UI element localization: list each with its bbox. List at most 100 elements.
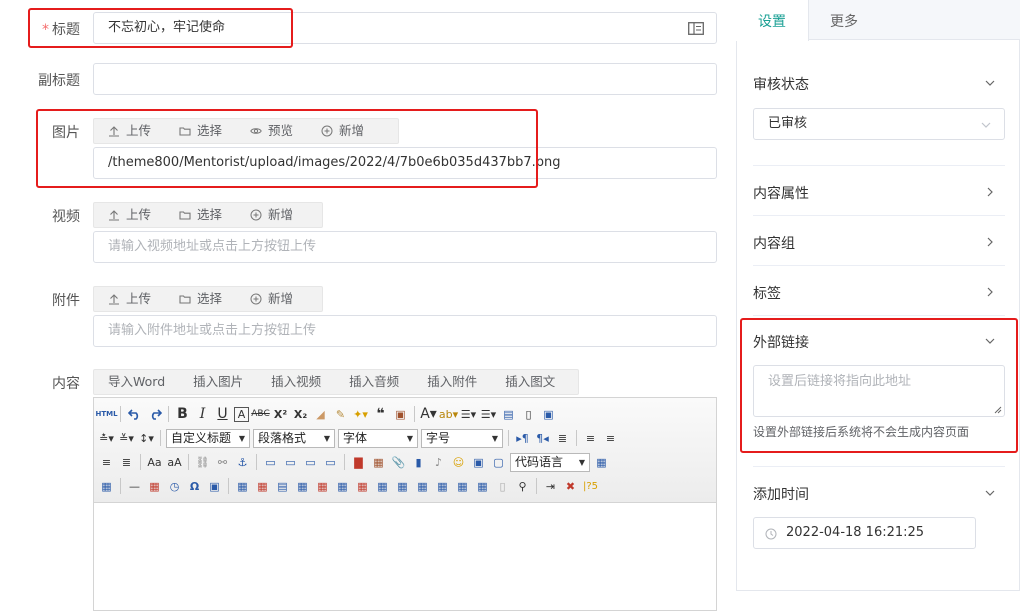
attachment-add-button[interactable]: 新增: [236, 287, 307, 311]
video-add-button[interactable]: 新增: [236, 203, 307, 227]
strikethrough-icon[interactable]: ABC: [251, 406, 269, 423]
chevron-right-icon[interactable]: [984, 236, 996, 248]
anchor-icon[interactable]: ⚓: [234, 454, 251, 471]
background-icon[interactable]: ▦: [593, 454, 610, 471]
split-rows-icon[interactable]: ▦: [454, 478, 471, 495]
redo-icon[interactable]: [146, 406, 163, 423]
clear-doc-icon[interactable]: ▯: [520, 406, 537, 423]
date-icon[interactable]: ▦: [146, 478, 163, 495]
eraser-icon[interactable]: ◢: [312, 406, 329, 423]
merge-down-icon[interactable]: ▦: [414, 478, 431, 495]
music-icon[interactable]: ♪: [430, 454, 447, 471]
underline-icon[interactable]: U: [214, 406, 231, 423]
video-select-button[interactable]: 选择: [165, 203, 236, 227]
blockquote-icon[interactable]: ❝: [372, 406, 389, 423]
split-cells-icon[interactable]: ▦: [434, 478, 451, 495]
print-icon[interactable]: ▯: [494, 478, 511, 495]
scrawl-icon[interactable]: ▣: [470, 454, 487, 471]
tab-more[interactable]: 更多: [808, 0, 880, 40]
merge-right-icon[interactable]: ▦: [394, 478, 411, 495]
insert-image-icon[interactable]: ▇: [350, 454, 367, 471]
time-icon[interactable]: ◷: [166, 478, 183, 495]
tab-settings[interactable]: 设置: [736, 0, 809, 41]
image-left-icon[interactable]: ▭: [282, 454, 299, 471]
review-status-select[interactable]: 已审核: [753, 108, 1005, 140]
insert-attachment-button[interactable]: 插入附件: [413, 370, 491, 394]
list-icon[interactable]: [688, 22, 704, 35]
attachment-url-input[interactable]: 请输入附件地址或点击上方按钮上传: [93, 315, 717, 347]
subtitle-input[interactable]: [93, 63, 717, 95]
insert-audio-button[interactable]: 插入音频: [335, 370, 413, 394]
select-all-icon[interactable]: ▤: [500, 406, 517, 423]
image-none-icon[interactable]: ▭: [262, 454, 279, 471]
auto-format-icon[interactable]: ✦▾: [352, 406, 369, 423]
chevron-right-icon[interactable]: [984, 186, 996, 198]
code-language-select[interactable]: 代码语言 ▼: [510, 452, 590, 472]
insert-article-button[interactable]: 插入图文: [491, 370, 569, 394]
custom-title-select[interactable]: 自定义标题 ▼: [166, 428, 250, 448]
undo-icon[interactable]: [126, 406, 143, 423]
multi-image-icon[interactable]: ▦: [370, 454, 387, 471]
table-caption-icon[interactable]: ▤: [274, 478, 291, 495]
help-icon[interactable]: |?5: [582, 478, 599, 495]
align-center-icon[interactable]: ≡: [602, 430, 619, 447]
superscript-icon[interactable]: X²: [272, 406, 289, 423]
editor-content-area[interactable]: [94, 503, 716, 610]
preview-icon[interactable]: ▣: [540, 406, 557, 423]
add-time-input[interactable]: 2022-04-18 16:21:25: [753, 517, 976, 549]
page-break-icon[interactable]: ⇥: [542, 478, 559, 495]
ordered-list-icon[interactable]: ☰▾: [460, 406, 477, 423]
insert-video-button[interactable]: 插入视频: [257, 370, 335, 394]
row-spacing-top-icon[interactable]: ≛▾: [98, 430, 115, 447]
paste-plain-icon[interactable]: ▣: [392, 406, 409, 423]
delete-row-icon[interactable]: ▦: [314, 478, 331, 495]
chevron-right-icon[interactable]: [984, 286, 996, 298]
content-attributes-title[interactable]: 内容属性: [753, 183, 809, 203]
chevron-down-icon[interactable]: [984, 77, 996, 89]
attachment-icon[interactable]: 📎: [390, 454, 407, 471]
font-size-select[interactable]: 字号 ▼: [421, 428, 503, 448]
background-color-icon[interactable]: ab▾: [439, 406, 458, 423]
html-source-icon[interactable]: HTML: [95, 406, 117, 423]
import-word-button[interactable]: 导入Word: [94, 370, 179, 394]
italic-icon[interactable]: I: [194, 406, 211, 423]
format-brush-icon[interactable]: ✎: [332, 406, 349, 423]
video-url-input[interactable]: 请输入视频地址或点击上方按钮上传: [93, 231, 717, 263]
align-left-icon[interactable]: ≡: [582, 430, 599, 447]
insert-row-icon[interactable]: ▦: [294, 478, 311, 495]
bold-icon[interactable]: B: [174, 406, 191, 423]
ltr-icon[interactable]: ▸¶: [514, 430, 531, 447]
delete-col-icon[interactable]: ▦: [354, 478, 371, 495]
paragraph-format-select[interactable]: 段落格式 ▼: [253, 428, 335, 448]
attachment-upload-button[interactable]: 上传: [94, 287, 165, 311]
search-replace-icon[interactable]: ⚲: [514, 478, 531, 495]
horizontal-rule-icon[interactable]: —: [126, 478, 143, 495]
row-spacing-bottom-icon[interactable]: ≚▾: [118, 430, 135, 447]
chevron-down-icon[interactable]: [984, 487, 996, 499]
justify-icon[interactable]: ≣: [118, 454, 135, 471]
content-group-title[interactable]: 内容组: [753, 233, 795, 253]
special-chars-icon[interactable]: Ω: [186, 478, 203, 495]
insert-frame-icon[interactable]: ▦: [98, 478, 115, 495]
split-cols-icon[interactable]: ▦: [474, 478, 491, 495]
insert-image-button[interactable]: 插入图片: [179, 370, 257, 394]
image-center-icon[interactable]: ▭: [322, 454, 339, 471]
video-upload-button[interactable]: 上传: [94, 203, 165, 227]
insert-col-icon[interactable]: ▦: [334, 478, 351, 495]
font-color-icon[interactable]: A▾: [420, 406, 437, 423]
uppercase-icon[interactable]: Aa: [146, 454, 163, 471]
unlink-icon[interactable]: ⚯: [214, 454, 231, 471]
template-icon[interactable]: ▢: [490, 454, 507, 471]
font-family-select[interactable]: 字体 ▼: [338, 428, 418, 448]
rtl-icon[interactable]: ¶◂: [534, 430, 551, 447]
tags-title[interactable]: 标签: [753, 283, 781, 303]
image-right-icon[interactable]: ▭: [302, 454, 319, 471]
merge-cells-icon[interactable]: ▦: [374, 478, 391, 495]
line-height-icon[interactable]: ↕▾: [138, 430, 155, 447]
indent-icon[interactable]: ≣: [554, 430, 571, 447]
subscript-icon[interactable]: X₂: [292, 406, 309, 423]
link-icon[interactable]: ⛓: [194, 454, 211, 471]
lowercase-icon[interactable]: aA: [166, 454, 183, 471]
font-border-icon[interactable]: A: [234, 406, 249, 422]
emotion-icon[interactable]: ☺: [450, 454, 467, 471]
